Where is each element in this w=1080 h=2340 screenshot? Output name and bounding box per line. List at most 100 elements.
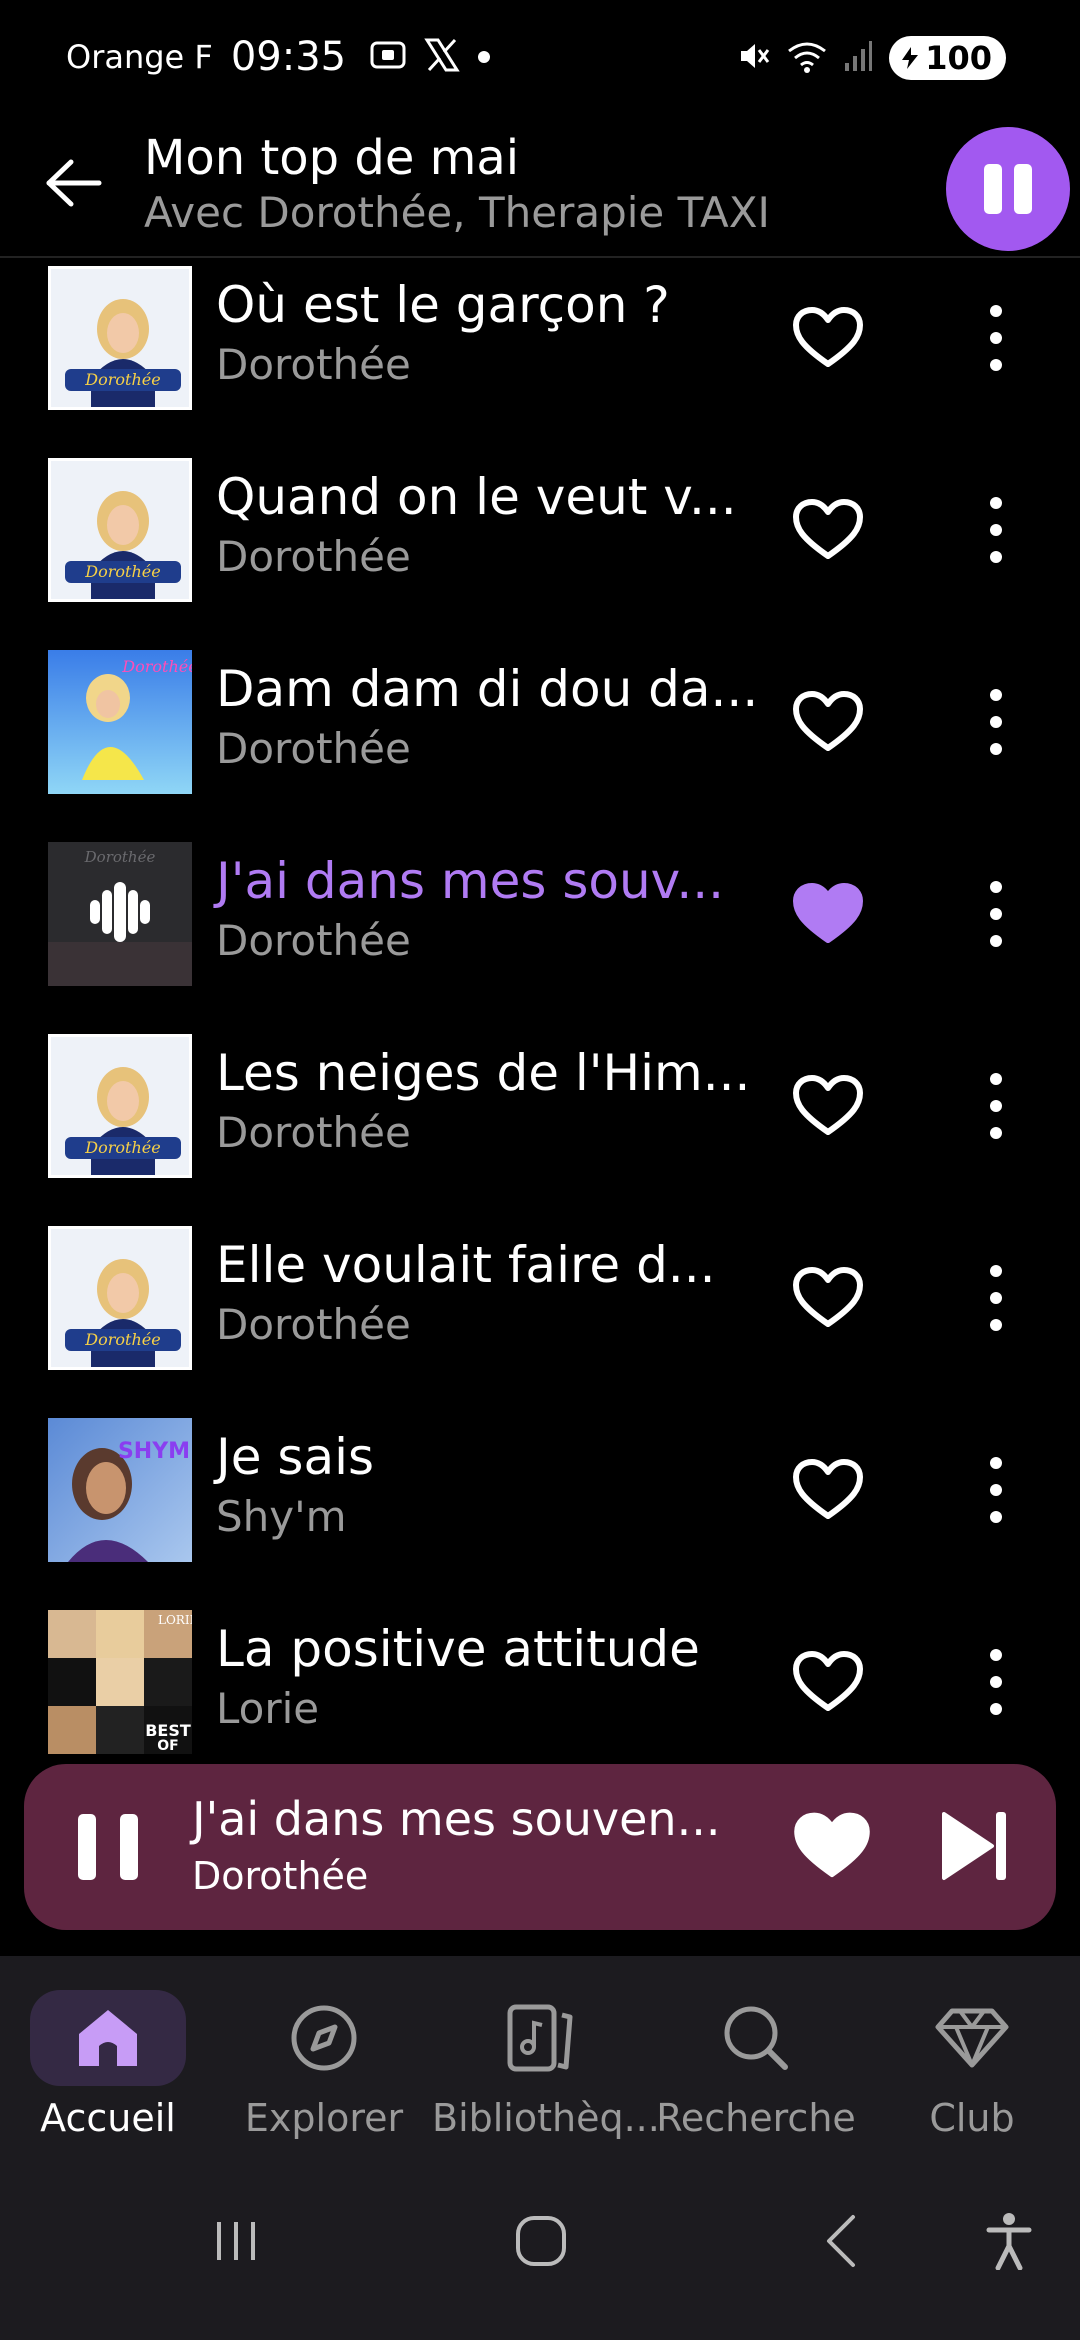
list-item[interactable]: Dorothée Où est le garçon ? Dorothée [0,262,1080,454]
like-button[interactable] [788,1646,868,1718]
carrier-name: Orange F [66,38,213,76]
list-item[interactable]: Dorothée Dam dam di dou da... Dorothée [0,646,1080,838]
accessibility-icon [986,2213,1032,2270]
like-button[interactable] [788,878,868,950]
more-options-button[interactable] [976,490,1016,570]
recent-apps-icon [217,2222,255,2260]
heart-outline-icon [793,1651,863,1711]
battery-level: 100 [925,39,992,77]
mini-player-artist: Dorothée [192,1854,369,1898]
more-options-button[interactable] [976,682,1016,762]
playlist-pause-button[interactable] [946,127,1070,251]
track-title: Les neiges de l'Him... [216,1044,751,1102]
wifi-icon [787,39,827,77]
status-bar: Orange F 09:35 100 [0,0,1080,118]
heart-outline-icon [793,1267,863,1327]
heart-filled-icon [793,883,863,943]
nav-item-explorer[interactable]: Explorer [216,1956,432,2156]
battery-icon: 100 [889,36,1006,80]
library-icon [507,2004,573,2072]
track-title: J'ai dans mes souv... [216,852,725,910]
like-button[interactable] [788,494,868,566]
nav-label: Recherche [656,2096,856,2140]
page-subtitle: Avec Dorothée, Therapie TAXI [144,188,770,237]
back-button[interactable] [38,148,108,218]
album-cover: Dorothée [48,266,192,410]
like-button[interactable] [788,302,868,374]
mini-player-pause-button[interactable] [78,1814,138,1880]
list-item-active[interactable]: Dorothée J'ai dans mes souv... Dorothée [0,838,1080,1030]
nav-item-recherche[interactable]: Recherche [648,1956,864,2156]
recent-apps-button[interactable] [206,2196,266,2286]
svg-text:Dorothée: Dorothée [84,848,156,866]
list-item[interactable]: Dorothée Quand on le veut v... Dorothée [0,454,1080,646]
list-item[interactable]: SHYM Je sais Shy'm [0,1414,1080,1606]
album-cover: SHYM [48,1418,192,1562]
album-cover: Dorothée [48,458,192,602]
track-artist: Shy'm [216,1492,347,1541]
track-title: La positive attitude [216,1620,700,1678]
track-artist: Dorothée [216,532,411,581]
skip-next-button[interactable] [940,1808,1010,1884]
home-button[interactable] [506,2196,576,2286]
list-item[interactable]: LORIEBESTOF La positive attitude Lorie [0,1606,1080,1760]
track-artist: Dorothée [216,1300,411,1349]
system-navigation-bar [0,2156,1080,2340]
clock: 09:35 [230,34,347,80]
pause-icon [984,164,1002,214]
heart-outline-icon [793,1075,863,1135]
more-options-button[interactable] [976,298,1016,378]
more-options-button[interactable] [976,1066,1016,1146]
nav-label: Explorer [244,2096,404,2140]
track-artist: Lorie [216,1684,320,1733]
svg-text:Dorothée: Dorothée [84,1330,160,1349]
back-system-button[interactable] [816,2196,866,2286]
like-button[interactable] [788,1070,868,1142]
screenshot-icon [370,39,406,75]
more-options-button[interactable] [976,1258,1016,1338]
heart-outline-icon [793,499,863,559]
svg-text:Dorothée: Dorothée [121,657,192,676]
page-title: Mon top de mai [144,130,520,186]
more-options-button[interactable] [976,1642,1016,1722]
playlist-header: Mon top de mai Avec Dorothée, Therapie T… [0,118,1080,258]
like-button[interactable] [788,686,868,758]
diamond-icon [935,2008,1009,2068]
accessibility-button[interactable] [984,2196,1034,2286]
heart-outline-icon [793,691,863,751]
skip-next-icon [942,1812,1006,1880]
mini-player-like-button[interactable] [792,1810,872,1882]
more-options-button[interactable] [976,874,1016,954]
svg-text:SHYM: SHYM [118,1439,190,1464]
compass-icon [291,2005,357,2071]
dots-vertical-icon [990,1265,1002,1278]
track-artist: Dorothée [216,1108,411,1157]
list-item[interactable]: Dorothée Elle voulait faire d... Dorothé… [0,1222,1080,1414]
track-list[interactable]: Dorothée Où est le garçon ? Dorothée Dor… [0,260,1080,1760]
heart-outline-icon [793,307,863,367]
dots-vertical-icon [990,689,1002,702]
dots-vertical-icon [990,497,1002,510]
nav-item-club[interactable]: Club [864,1956,1080,2156]
nav-label: Club [929,2096,1015,2140]
list-item[interactable]: Dorothée Les neiges de l'Him... Dorothée [0,1030,1080,1222]
nav-label: Bibliothèq... [432,2096,660,2140]
mini-player[interactable]: J'ai dans mes souven... Dorothée [24,1764,1056,1930]
track-title: Elle voulait faire d... [216,1236,716,1294]
track-title: Où est le garçon ? [216,276,670,334]
pause-icon [78,1814,96,1880]
dots-vertical-icon [990,305,1002,318]
chevron-left-icon [827,2215,855,2267]
album-cover: Dorothée [48,650,192,794]
track-artist: Dorothée [216,724,411,773]
signal-icon [843,39,873,77]
more-options-button[interactable] [976,1450,1016,1530]
dots-vertical-icon [990,881,1002,894]
nav-item-accueil[interactable]: Accueil [0,1956,216,2156]
like-button[interactable] [788,1454,868,1526]
x-icon [424,38,460,76]
nav-item-bibliotheque[interactable]: Bibliothèq... [432,1956,660,2156]
bottom-navigation: Accueil Explorer Bibliothèq... Recherche… [0,1956,1080,2156]
nav-label: Accueil [40,2096,176,2140]
like-button[interactable] [788,1262,868,1334]
